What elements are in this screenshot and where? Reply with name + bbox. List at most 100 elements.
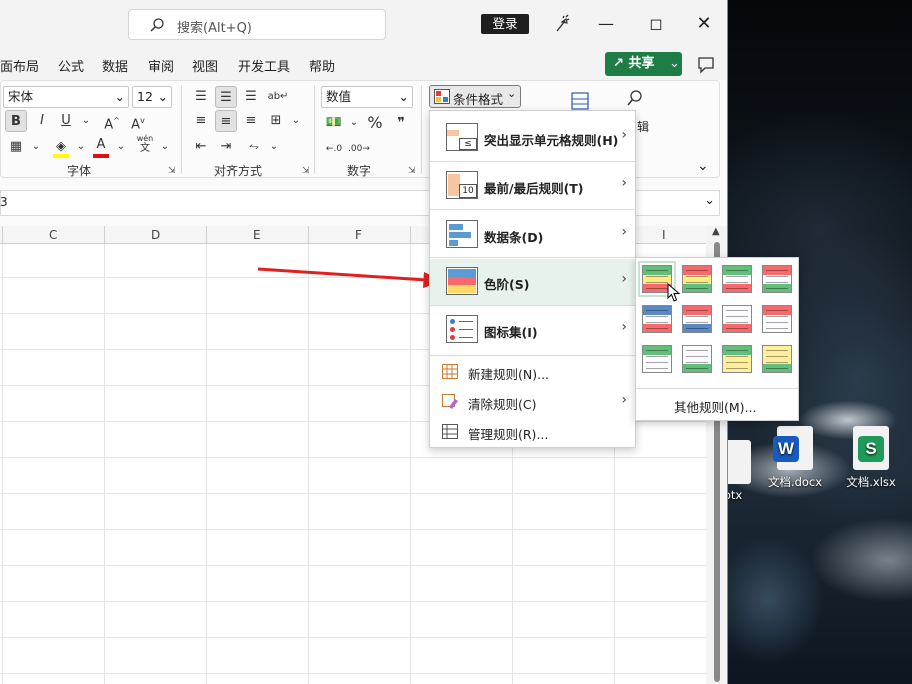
- group-label-font: 字体: [67, 164, 92, 178]
- chevron-down-icon[interactable]: ⌄: [75, 110, 97, 132]
- chevron-down-icon[interactable]: ⌄: [25, 136, 47, 158]
- font-shrink-button[interactable]: Av: [127, 110, 149, 132]
- eraser-icon: [442, 394, 458, 409]
- group-divider: [314, 86, 315, 174]
- color-scale-swatch[interactable]: [762, 265, 792, 293]
- font-grow-button[interactable]: A^: [101, 110, 123, 132]
- color-scale-swatch[interactable]: [642, 305, 672, 333]
- chevron-down-icon[interactable]: ⌄: [263, 136, 285, 158]
- increase-indent-icon[interactable]: ⇥: [215, 136, 237, 158]
- color-scale-swatch[interactable]: [722, 345, 752, 373]
- chevron-right-icon: ›: [621, 392, 627, 408]
- phonetic-button[interactable]: wén 文: [134, 134, 156, 156]
- decrease-indent-icon[interactable]: ⇤: [190, 136, 212, 158]
- dialog-launcher-icon[interactable]: ⇲: [302, 166, 310, 176]
- color-scale-swatch[interactable]: [682, 305, 712, 333]
- color-scale-swatch[interactable]: [682, 345, 712, 373]
- menu-item-manage-rules[interactable]: 管理规则(R)...: [430, 418, 635, 446]
- menu-developer[interactable]: 开发工具: [238, 56, 290, 75]
- dialog-launcher-icon[interactable]: ⇲: [168, 166, 176, 176]
- font-grow-icon: A: [104, 117, 114, 133]
- fill-color-icon: ◈: [56, 139, 66, 154]
- find-icon[interactable]: [624, 88, 646, 110]
- copilot-icon[interactable]: [552, 14, 572, 34]
- menu-data[interactable]: 数据: [102, 56, 128, 75]
- menu-item-highlight-rules[interactable]: ≤ 突出显示单元格规则(H) ›: [430, 115, 635, 161]
- fill-color-button[interactable]: ◈: [50, 136, 72, 158]
- menu-item-top-bottom-rules[interactable]: 10 最前/最后规则(T) ›: [430, 163, 635, 209]
- maximize-button[interactable]: ◻: [636, 10, 676, 38]
- menu-page-layout[interactable]: 面布局: [0, 56, 39, 75]
- group-label-number: 数字: [347, 164, 372, 178]
- mouse-cursor-icon: [667, 283, 681, 302]
- menu-formulas[interactable]: 公式: [58, 56, 84, 75]
- menu-view[interactable]: 视图: [192, 56, 218, 75]
- chevron-down-icon[interactable]: ⌄: [70, 136, 92, 158]
- menu-item-label: 数据条(D): [484, 230, 544, 245]
- underline-button[interactable]: U: [55, 110, 77, 132]
- desktop-icon-label: 文档.docx: [767, 475, 823, 489]
- expand-formula-icon[interactable]: ⌄: [704, 193, 715, 208]
- chevron-down-icon[interactable]: ⌄: [154, 136, 176, 158]
- merge-center-icon[interactable]: ⊞: [265, 110, 287, 132]
- comments-icon[interactable]: [696, 55, 716, 75]
- highlight-cells-icon: ≤: [446, 123, 478, 151]
- dialog-launcher-icon[interactable]: ⇲: [408, 166, 416, 176]
- menu-item-color-scales[interactable]: 色阶(S) ›: [430, 259, 635, 305]
- minimize-button[interactable]: —: [586, 10, 626, 38]
- menu-review[interactable]: 审阅: [148, 56, 174, 75]
- menu-help[interactable]: 帮助: [309, 56, 335, 75]
- conditional-format-button[interactable]: 条件格式 ⌄: [429, 85, 521, 108]
- ribbon-collapse-icon[interactable]: ⌄: [697, 158, 709, 174]
- close-button[interactable]: ✕: [684, 10, 724, 38]
- align-middle-icon[interactable]: ☰: [215, 86, 237, 108]
- color-scale-swatch[interactable]: [762, 305, 792, 333]
- italic-button[interactable]: I: [31, 110, 53, 132]
- borders-button[interactable]: ▦: [5, 136, 27, 158]
- percent-button[interactable]: %: [364, 112, 386, 134]
- align-top-icon[interactable]: ☰: [190, 86, 212, 108]
- currency-icon[interactable]: 💵: [323, 112, 345, 134]
- font-name-select[interactable]: 宋体 ⌄: [3, 86, 129, 108]
- chevron-down-icon[interactable]: ⌄: [110, 136, 132, 158]
- menu-item-label: 新建规则(N)...: [468, 367, 550, 382]
- color-scale-swatch[interactable]: [722, 265, 752, 293]
- desktop-icon-xlsx[interactable]: S 文档.xlsx: [836, 426, 906, 490]
- more-rules-item[interactable]: 其他规则(M)...: [674, 397, 756, 416]
- color-scale-swatch[interactable]: [682, 265, 712, 293]
- sheet-badge-icon: S: [858, 436, 884, 462]
- align-left-icon[interactable]: ≡: [190, 110, 212, 132]
- sheet-file-icon: S: [853, 426, 889, 470]
- font-shrink-icon: A: [131, 117, 141, 133]
- search-box[interactable]: 搜索(Alt+Q): [128, 9, 386, 40]
- menu-item-icon-sets[interactable]: 图标集(I) ›: [430, 307, 635, 353]
- comma-button[interactable]: ❞: [390, 112, 412, 134]
- scroll-up-icon[interactable]: ▲: [712, 226, 720, 237]
- increase-decimal-icon[interactable]: ←.0: [323, 138, 345, 160]
- cells-icon[interactable]: [569, 90, 591, 112]
- conditional-format-menu: ≤ 突出显示单元格规则(H) › 10 最前/最后规则(T) › 数据条(D) …: [429, 110, 636, 448]
- desktop-icon-label: 文档.xlsx: [846, 475, 896, 489]
- share-button[interactable]: ↗ 共享 ⌄: [605, 52, 682, 76]
- login-button[interactable]: 登录: [481, 14, 529, 34]
- chevron-down-icon[interactable]: ⌄: [343, 112, 365, 134]
- desktop-icon-docx[interactable]: W 文档.docx: [760, 426, 830, 490]
- decrease-decimal-icon[interactable]: .00→: [348, 138, 370, 160]
- color-scale-swatch[interactable]: [642, 345, 672, 373]
- color-scale-swatch[interactable]: [722, 305, 752, 333]
- bold-button[interactable]: B: [5, 110, 27, 132]
- menu-item-clear-rules[interactable]: 清除规则(C) ›: [430, 388, 635, 416]
- menu-item-new-rule[interactable]: 新建规则(N)...: [430, 358, 635, 386]
- menu-item-data-bars[interactable]: 数据条(D) ›: [430, 212, 635, 258]
- align-center-icon[interactable]: ≡: [215, 110, 237, 132]
- align-bottom-icon[interactable]: ☰: [240, 86, 262, 108]
- number-format-select[interactable]: 数值 ⌄: [321, 86, 413, 108]
- wrap-text-icon[interactable]: ab↵: [267, 86, 289, 108]
- align-right-icon[interactable]: ≡: [240, 110, 262, 132]
- chevron-down-icon[interactable]: ⌄: [285, 110, 307, 132]
- color-scale-swatch[interactable]: [762, 345, 792, 373]
- orientation-icon[interactable]: ⥊: [243, 136, 265, 158]
- chevron-right-icon: ›: [621, 175, 627, 191]
- font-color-button[interactable]: A: [90, 134, 112, 158]
- font-size-select[interactable]: 12 ⌄: [132, 86, 172, 108]
